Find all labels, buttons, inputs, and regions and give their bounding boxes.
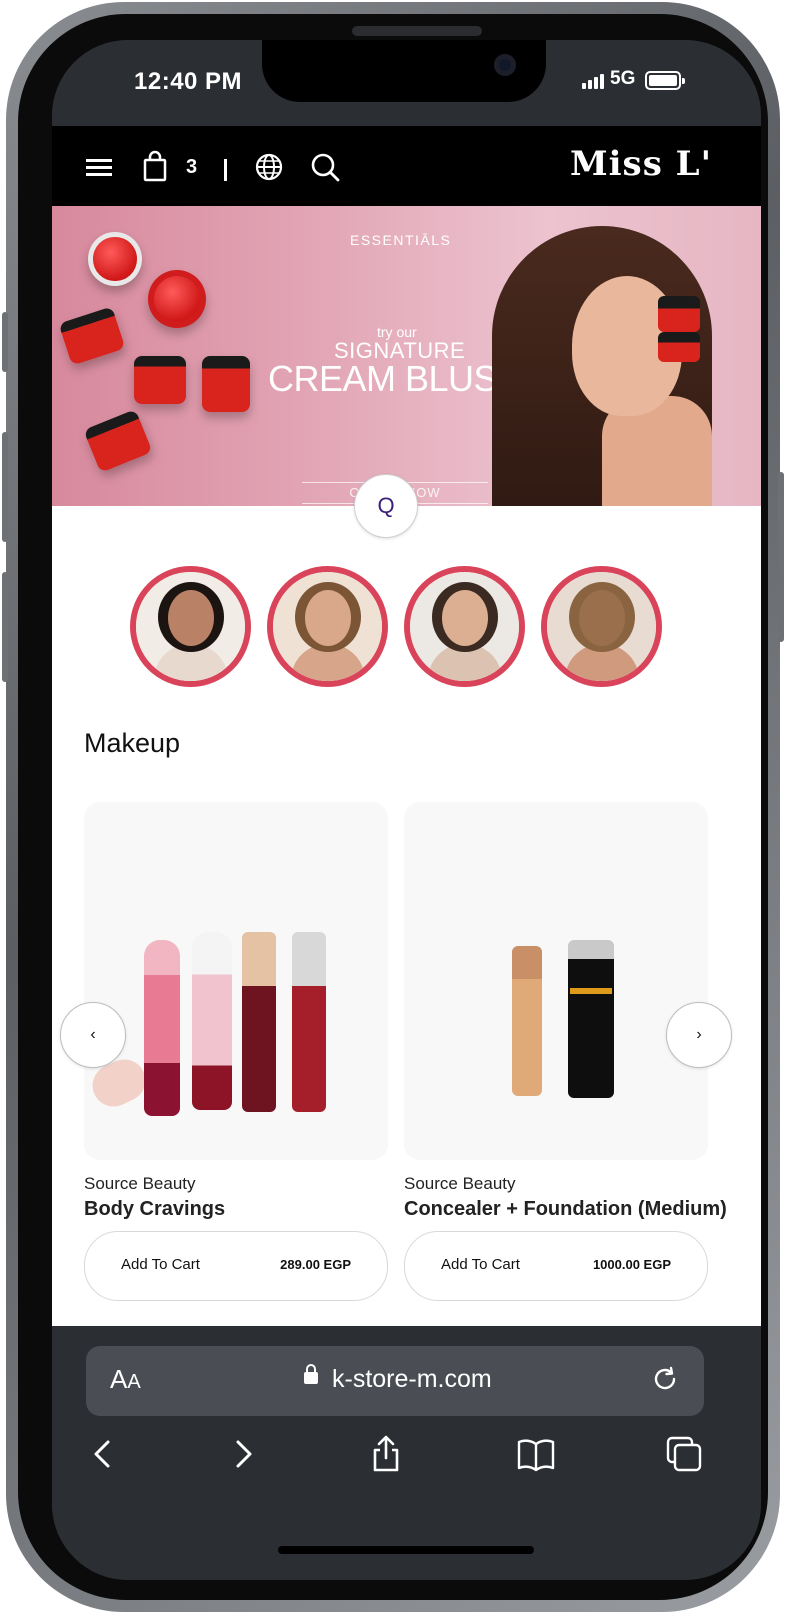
product-card[interactable]: Source Beauty Concealer + Foundation (Me… [404, 802, 727, 1301]
bookmarks-icon[interactable] [516, 1434, 556, 1474]
model-photo [492, 226, 722, 506]
signal-icon [582, 74, 604, 89]
search-fab-button[interactable]: Q [354, 474, 418, 538]
product-jar-image [148, 270, 206, 328]
main-content: Makeup Source Beauty Body Cravings Add T… [52, 506, 761, 1326]
aa-small: A [127, 1371, 141, 1393]
power-button [778, 472, 784, 642]
network-type: 5G [610, 68, 636, 89]
phone-frame: 12:40 PM 5G 3 Miss L' ESSENTIĀLS try our… [2, 2, 784, 1612]
banner-brand: ESSENTIĀLS [350, 232, 452, 248]
product-pot-image [58, 306, 126, 366]
carousel-next-button[interactable]: › [666, 1002, 732, 1068]
held-product-image [658, 296, 700, 332]
search-icon[interactable] [308, 150, 342, 184]
product-image[interactable] [404, 802, 708, 1160]
url-text[interactable]: k-store-m.com [332, 1365, 492, 1394]
earpiece-speaker [352, 26, 482, 36]
story-bubble[interactable] [130, 566, 251, 687]
product-pot-image [83, 409, 153, 473]
cart-bag-icon[interactable] [138, 150, 172, 184]
product-image[interactable] [84, 802, 388, 1160]
reload-icon[interactable] [650, 1364, 680, 1394]
aa-big: A [110, 1364, 128, 1394]
story-bubble[interactable] [267, 566, 388, 687]
screen: 12:40 PM 5G 3 Miss L' ESSENTIĀLS try our… [52, 40, 761, 1580]
product-name[interactable]: Body Cravings [84, 1198, 388, 1221]
product-pot-image [202, 356, 250, 412]
hero-banner[interactable]: ESSENTIĀLS try our SIGNATURE CREAM BLUSH… [52, 206, 761, 506]
held-product-image [658, 332, 700, 362]
add-to-cart-label: Add To Cart [121, 1256, 200, 1273]
volume-down-button [2, 572, 8, 682]
stories-row [130, 566, 662, 687]
add-to-cart-button[interactable]: Add To Cart 289.00 EGP [84, 1231, 388, 1301]
add-to-cart-label: Add To Cart [441, 1256, 520, 1273]
product-price: 1000.00 EGP [592, 1257, 671, 1272]
menu-icon[interactable] [82, 150, 116, 184]
product-price: 289.00 EGP [280, 1257, 351, 1272]
mute-switch [2, 312, 8, 372]
share-icon[interactable] [366, 1434, 406, 1474]
banner-title: CREAM BLUSH [268, 358, 523, 399]
product-brand: Source Beauty [84, 1174, 196, 1193]
cart-count-badge: 3 [186, 156, 198, 178]
story-bubble[interactable] [404, 566, 525, 687]
battery-icon [645, 71, 685, 90]
tabs-icon[interactable] [664, 1434, 704, 1474]
status-time: 12:40 PM [134, 68, 243, 95]
product-pot-image [134, 356, 186, 404]
text-size-button[interactable]: AA [110, 1364, 141, 1395]
home-indicator [278, 1546, 534, 1554]
site-header: 3 Miss L' [52, 126, 761, 206]
header-divider [224, 159, 227, 181]
add-to-cart-button[interactable]: Add To Cart 1000.00 EGP [404, 1231, 708, 1301]
carousel-prev-button[interactable]: ‹ [60, 1002, 126, 1068]
address-bar[interactable]: AA k-store-m.com [86, 1346, 704, 1416]
product-name[interactable]: Concealer + Foundation (Medium) [404, 1198, 727, 1221]
browser-toolbar: AA k-store-m.com [52, 1326, 761, 1580]
forward-icon[interactable] [222, 1434, 262, 1474]
section-title: Makeup [84, 728, 181, 758]
lock-icon [304, 1364, 318, 1384]
notch [262, 40, 546, 102]
brand-logo[interactable]: Miss L' [570, 144, 712, 184]
volume-up-button [2, 432, 8, 542]
product-jar-image [88, 232, 142, 286]
back-icon[interactable] [84, 1434, 124, 1474]
product-card[interactable]: Source Beauty Body Cravings Add To Cart … [84, 802, 388, 1301]
product-brand: Source Beauty [404, 1174, 516, 1193]
status-bar: 12:40 PM 5G [52, 40, 761, 136]
story-bubble[interactable] [541, 566, 662, 687]
front-camera [494, 54, 516, 76]
globe-language-icon[interactable] [252, 150, 286, 184]
